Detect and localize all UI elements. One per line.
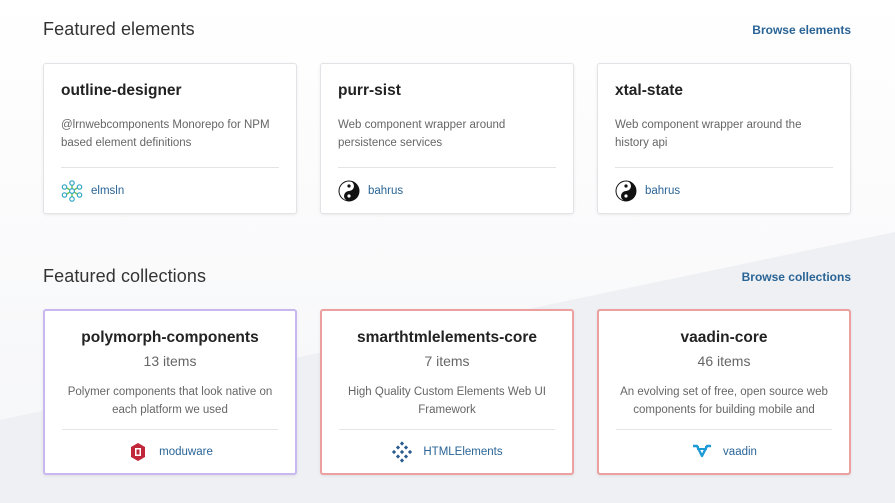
element-owner-link[interactable]: bahrus	[368, 185, 403, 197]
element-name[interactable]: purr-sist	[338, 82, 556, 106]
collection-owner-row: moduware	[62, 429, 278, 473]
featured-elements-list: outline-designer @lrnwebcomponents Monor…	[43, 63, 851, 214]
element-card[interactable]: purr-sist Web component wrapper around p…	[320, 63, 574, 214]
featured-collections-section: Featured collections Browse collections …	[43, 266, 851, 475]
collection-item-count: 46 items	[697, 353, 751, 369]
yin-yang-icon	[615, 180, 637, 202]
element-card[interactable]: outline-designer @lrnwebcomponents Monor…	[43, 63, 297, 214]
collection-name[interactable]: vaadin-core	[599, 329, 849, 351]
featured-elements-section: Featured elements Browse elements outlin…	[43, 19, 851, 214]
element-owner-link[interactable]: elmsln	[91, 185, 124, 197]
moduware-logo-icon	[127, 441, 149, 463]
element-name[interactable]: xtal-state	[615, 82, 833, 106]
collection-card[interactable]: smarthtmlelements-core 7 items High Qual…	[320, 309, 574, 475]
collection-item-count: 13 items	[143, 353, 197, 369]
collection-owner-row: HTMLElements	[339, 429, 555, 473]
collection-owner-link[interactable]: HTMLElements	[423, 446, 502, 458]
element-owner-row: bahrus	[338, 167, 556, 214]
featured-collections-list: polymorph-components 13 items Polymer co…	[43, 309, 851, 475]
collection-description: Polymer components that look native on e…	[67, 386, 273, 416]
element-owner-link[interactable]: bahrus	[645, 185, 680, 197]
snowflake-icon	[61, 180, 83, 202]
element-owner-row: elmsln	[61, 167, 279, 214]
htmlelements-logo-icon	[391, 440, 413, 463]
collection-name[interactable]: smarthtmlelements-core	[322, 329, 572, 351]
vaadin-logo-icon	[691, 441, 713, 463]
element-description: Web component wrapper around persistence…	[338, 119, 506, 149]
browse-collections-link[interactable]: Browse collections	[742, 270, 851, 284]
collection-owner-row: vaadin	[616, 429, 832, 473]
collection-owner-link[interactable]: moduware	[159, 446, 213, 458]
featured-collections-header: Featured collections Browse collections	[43, 266, 851, 296]
browse-elements-link[interactable]: Browse elements	[752, 23, 851, 37]
element-description: @lrnwebcomponents Monorepo for NPM based…	[61, 119, 270, 149]
collection-description: High Quality Custom Elements Web UI Fram…	[348, 386, 546, 416]
collection-card[interactable]: vaadin-core 46 items An evolving set of …	[597, 309, 851, 475]
element-name[interactable]: outline-designer	[61, 82, 279, 106]
collection-description: An evolving set of free, open source web…	[620, 386, 828, 416]
collection-owner-link[interactable]: vaadin	[723, 446, 757, 458]
featured-elements-title: Featured elements	[43, 19, 195, 39]
collection-card[interactable]: polymorph-components 13 items Polymer co…	[43, 309, 297, 475]
featured-elements-header: Featured elements Browse elements	[43, 19, 851, 49]
element-card[interactable]: xtal-state Web component wrapper around …	[597, 63, 851, 214]
collection-item-count: 7 items	[424, 353, 470, 369]
featured-collections-title: Featured collections	[43, 266, 207, 286]
yin-yang-icon	[338, 180, 360, 202]
element-owner-row: bahrus	[615, 167, 833, 214]
collection-name[interactable]: polymorph-components	[45, 329, 295, 351]
element-description: Web component wrapper around the history…	[615, 119, 802, 149]
